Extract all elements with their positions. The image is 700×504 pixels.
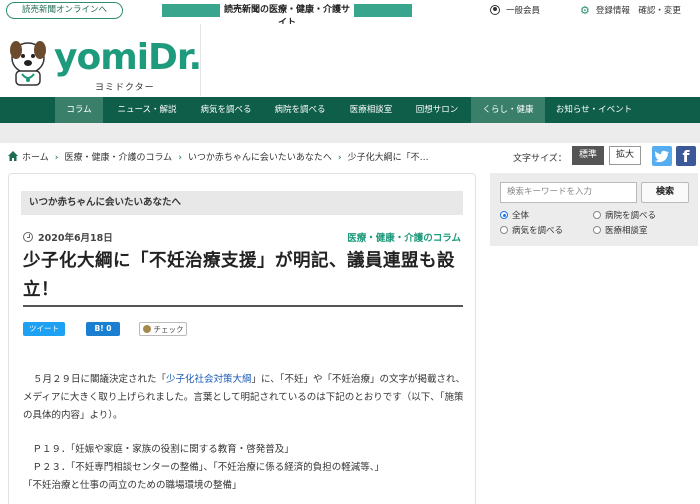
top-bar: 読売新聞オンラインへ 読売新聞の医療・健康・介護サイト 一般会員 ⚙ 登録情報 確… (0, 0, 700, 28)
mixi-check-button[interactable]: チェック (139, 322, 187, 336)
list-item: Ｐ１９．「妊娠や家庭・家族の役割に関する教育・啓発普及」 (23, 444, 294, 455)
radio-disease[interactable]: 病気を調べる (500, 224, 563, 236)
member-label: 一般会員 (506, 6, 541, 16)
radio-label: 医療相談室 (605, 226, 648, 236)
mixi-icon (142, 325, 151, 333)
gear-icon: ⚙ (580, 4, 590, 17)
article-headline: 少子化大綱に「不妊治療支援」が明記、議員連盟も設立！ (23, 251, 455, 300)
article-card: いつか赤ちゃんに会いたいあなたへ 2020年6月18日 医療・健康・介護のコラム… (8, 173, 476, 504)
tweet-label: ツイート (29, 324, 59, 333)
nav-item-disease-search[interactable]: 病気を調べる (190, 97, 262, 123)
breadcrumb-current: 少子化大綱に「不… (347, 153, 429, 163)
taiko-link[interactable]: 少子化社会対策大綱 (166, 374, 252, 385)
logo-subtitle: ヨミドクター (95, 83, 155, 93)
breadcrumb-home[interactable]: ホーム (22, 153, 49, 163)
radio-icon (593, 211, 601, 219)
headline-divider (23, 305, 463, 307)
radio-label: 病気を調べる (512, 226, 564, 236)
breadcrumb-separator: › (178, 153, 182, 163)
nav-item-lifestyle-health[interactable]: くらし・健康 (471, 97, 545, 123)
nav-item-news[interactable]: ニュース・解説 (106, 97, 188, 123)
radio-all[interactable]: 全体 (500, 209, 529, 221)
settings-label: 登録情報 確認・変更 (595, 6, 681, 16)
site-tagline: 読売新聞の医療・健康・介護サイト (162, 4, 412, 28)
publish-date: 2020年6月18日 (23, 230, 113, 244)
breadcrumb-series[interactable]: いつか赤ちゃんに会いたいあなたへ (188, 153, 332, 163)
radio-icon (500, 226, 508, 234)
list-item: Ｐ２３．「不妊専門相談センターの整備」、「不妊治療に係る経済的負担の軽減等、」 (23, 462, 385, 473)
search-button[interactable]: 検索 (641, 182, 689, 203)
search-input[interactable]: 検索キーワードを入力 (500, 182, 637, 203)
nav-item-medical-consultation[interactable]: 医療相談室 (338, 97, 404, 123)
nav-item-news-events[interactable]: お知らせ・イベント (548, 97, 640, 123)
site-logo[interactable]: yomiDr. ヨミドクター (0, 24, 202, 96)
list-item: 「不妊治療と仕事の両立のための職場環境の整備」 (23, 480, 242, 491)
clock-icon (23, 232, 33, 242)
nav-item-hospital-search[interactable]: 病院を調べる (264, 97, 336, 123)
twitter-icon[interactable] (652, 146, 672, 166)
date-text: 2020年6月18日 (38, 233, 113, 244)
breadcrumb-separator: › (337, 153, 342, 163)
twitter-bird-icon (654, 150, 670, 163)
sub-nav-bar (0, 123, 700, 143)
series-title[interactable]: いつか赤ちゃんに会いたいあなたへ (21, 191, 463, 215)
text-size-large-button[interactable]: 拡大 (609, 146, 641, 165)
nav-item-column[interactable]: コラム (55, 97, 103, 123)
main-nav: コラム ニュース・解説 病気を調べる 病院を調べる 医療相談室 回想サロン くら… (0, 97, 700, 123)
breadcrumb-separator: › (54, 153, 59, 163)
radio-hospital[interactable]: 病院を調べる (593, 209, 656, 221)
radio-label: 病院を調べる (605, 211, 657, 221)
site-search-panel: 検索キーワードを入力 検索 全体 病院を調べる 病気を調べる 医療相談室 (490, 173, 698, 246)
text-size-label: 文字サイズ： (513, 154, 567, 164)
tagline-decoration-left (162, 4, 220, 17)
breadcrumb-column[interactable]: 医療・健康・介護のコラム (64, 153, 172, 163)
category-link[interactable]: 医療・健康・介護のコラム (347, 230, 461, 244)
account-settings-link[interactable]: ⚙ 登録情報 確認・変更 (580, 4, 681, 17)
home-icon (8, 151, 18, 161)
tweet-button[interactable]: ツイート (23, 322, 65, 336)
radio-icon (593, 226, 601, 234)
paragraph-text: ５月２９日に閣議決定された「 (33, 374, 167, 385)
member-status[interactable]: 一般会員 (490, 4, 540, 16)
article-paragraph: ５月２９日に閣議決定された「少子化社会対策大綱」に、「不妊」や「不妊治療」の文字… (23, 371, 468, 425)
radio-consultation[interactable]: 医療相談室 (593, 224, 648, 236)
header-banner-area (200, 24, 700, 96)
user-icon (490, 5, 500, 15)
breadcrumb: ホーム › 医療・健康・介護のコラム › いつか赤ちゃんに会いたいあなたへ › 少子化大綱に… (8, 150, 429, 163)
tagline-decoration-right (354, 4, 412, 17)
text-size-standard-button[interactable]: 標準 (572, 146, 604, 165)
nav-item-reminiscence-salon[interactable]: 回想サロン (406, 97, 468, 123)
hatena-bookmark-button[interactable]: B! 0 (86, 322, 120, 336)
radio-selected-icon (500, 211, 508, 219)
radio-label: 全体 (512, 211, 530, 221)
yomiuri-online-link[interactable]: 読売新聞オンラインへ (6, 2, 123, 19)
policy-list: Ｐ１９．「妊娠や家庭・家族の役割に関する教育・啓発普及」 Ｐ２３．「不妊専門相談… (23, 441, 468, 495)
logo-wordmark: yomiDr. (54, 37, 202, 78)
check-label: チェック (153, 325, 184, 334)
dog-mascot-icon (10, 41, 46, 86)
facebook-icon[interactable]: f (676, 146, 696, 166)
